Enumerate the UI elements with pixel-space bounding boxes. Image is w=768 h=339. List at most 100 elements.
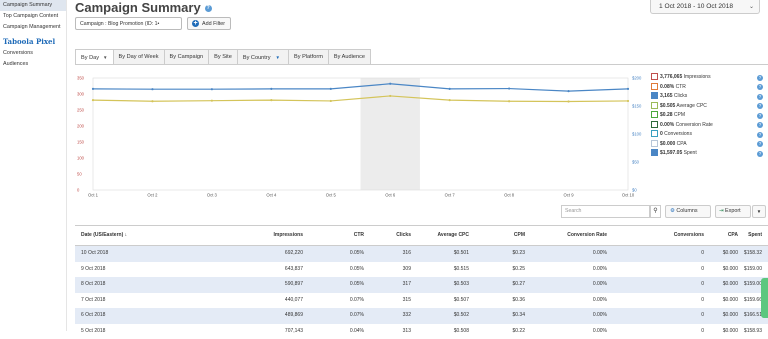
- export-label: Export: [725, 208, 741, 214]
- table-header: Date (US/Eastern) ↓ Impressions CTR Clicks A…: [75, 226, 768, 246]
- column-header[interactable]: Date (US/Eastern) ↓: [81, 226, 127, 245]
- chevron-down-icon: ▼: [757, 209, 761, 214]
- legend-item[interactable]: $0.28 CPM?: [651, 111, 763, 121]
- legend-value: 0.00%: [660, 122, 674, 128]
- legend-label: CPA: [675, 141, 686, 147]
- checkbox-icon[interactable]: [651, 73, 658, 80]
- data-point-clicks: [508, 87, 510, 89]
- x-tick-label: Oct 10: [622, 193, 635, 198]
- legend-item[interactable]: 3,165 Clicks?: [651, 92, 763, 102]
- y-tick-label-left: 200: [77, 124, 85, 129]
- tab-by-audience[interactable]: By Audience: [328, 49, 371, 64]
- table-cell: 0: [701, 262, 704, 278]
- data-point-spent: [330, 100, 332, 102]
- help-icon[interactable]: ?: [757, 141, 763, 147]
- help-icon[interactable]: ?: [757, 122, 763, 128]
- sidebar-item-campaign-summary[interactable]: Campaign Summary: [0, 0, 66, 11]
- help-icon[interactable]: ?: [757, 103, 763, 109]
- table-cell: 313: [403, 324, 411, 339]
- help-icon[interactable]: ?: [757, 113, 763, 119]
- help-icon[interactable]: ?: [757, 151, 763, 157]
- column-header[interactable]: CTR: [354, 226, 364, 245]
- checkbox-icon[interactable]: [651, 140, 658, 147]
- legend-item[interactable]: $0.505 Average CPC?: [651, 102, 763, 112]
- help-icon[interactable]: ?: [757, 94, 763, 100]
- export-options-button[interactable]: ▼: [752, 205, 766, 218]
- legend-label: Spent: [682, 150, 696, 156]
- table-cell: 0: [701, 293, 704, 309]
- tab-label: By Day: [81, 55, 99, 61]
- table-cell: $0.000: [723, 246, 738, 262]
- legend-item[interactable]: 0.08% CTR?: [651, 83, 763, 93]
- campaign-select[interactable]: Campaign : Blog Promotion (ID: 1•: [75, 17, 182, 30]
- tab-by-day[interactable]: By Day▼: [75, 49, 114, 64]
- table-cell: 309: [403, 262, 411, 278]
- sidebar-item-conversions[interactable]: Conversions: [0, 48, 66, 59]
- add-filter-button[interactable]: +Add Filter: [187, 17, 231, 30]
- sidebar-item-top-campaign-content[interactable]: Top Campaign Content: [0, 11, 66, 22]
- export-button[interactable]: ⇥ Export: [715, 205, 751, 218]
- table-cell: $0.501: [454, 246, 469, 262]
- checkbox-icon[interactable]: [651, 111, 658, 118]
- legend-item[interactable]: $1,597.05 Spent?: [651, 149, 763, 159]
- legend-item[interactable]: $0.000 CPA?: [651, 140, 763, 150]
- export-icon: ⇥: [719, 208, 724, 214]
- table-cell: $0.000: [723, 293, 738, 309]
- column-header[interactable]: Conversion Rate: [567, 226, 607, 245]
- sidebar-section-taboola-pixel: Taboola Pixel: [0, 36, 66, 48]
- y-tick-label-right: $50: [632, 160, 640, 165]
- y-tick-label-left: 0: [77, 188, 80, 193]
- plus-icon: +: [192, 20, 199, 27]
- column-header[interactable]: Spent: [748, 226, 762, 245]
- checkbox-icon[interactable]: [651, 102, 658, 109]
- column-header[interactable]: Impressions: [274, 226, 303, 245]
- table-cell: $0.25: [512, 262, 525, 278]
- search-input[interactable]: Search: [561, 205, 650, 218]
- checkbox-checked-icon[interactable]: [651, 149, 658, 156]
- tab-by-day-of-week[interactable]: By Day of Week: [113, 49, 165, 64]
- table-row: 9 Oct 2018643,8370.05%309$0.515$0.250.00…: [75, 262, 768, 278]
- column-header[interactable]: CPM: [514, 226, 525, 245]
- table-row: 10 Oct 2018692,2200.05%316$0.501$0.230.0…: [75, 246, 768, 262]
- columns-button[interactable]: ⚙ Columns: [665, 205, 711, 218]
- table-cell: 315: [403, 293, 411, 309]
- tab-by-country[interactable]: By Country▼: [237, 49, 289, 64]
- checkbox-checked-icon[interactable]: [651, 92, 658, 99]
- sidebar-item-audiences[interactable]: Audiences: [0, 59, 66, 70]
- table-cell: 7 Oct 2018: [81, 293, 105, 309]
- help-icon[interactable]: ?: [205, 5, 212, 12]
- help-icon[interactable]: ?: [757, 84, 763, 90]
- legend-item[interactable]: 3,776,065 Impressions?: [651, 73, 763, 83]
- checkbox-icon[interactable]: [651, 130, 658, 137]
- table-cell: 0.05%: [350, 246, 364, 262]
- legend-item[interactable]: 0.00% Conversion Rate?: [651, 121, 763, 131]
- help-icon[interactable]: ?: [757, 75, 763, 81]
- table-cell: $0.27: [512, 277, 525, 293]
- help-icon[interactable]: ?: [757, 132, 763, 138]
- table-cell: 332: [403, 308, 411, 324]
- column-header[interactable]: CPA: [728, 226, 738, 245]
- table-cell: $0.000: [723, 308, 738, 324]
- legend-item[interactable]: 0 Conversions?: [651, 130, 763, 140]
- feedback-tab[interactable]: [761, 278, 768, 318]
- column-header[interactable]: Conversions: [674, 226, 704, 245]
- checkbox-icon[interactable]: [651, 121, 658, 128]
- table-cell: $158.32: [744, 246, 762, 262]
- checkbox-icon[interactable]: [651, 83, 658, 90]
- table-cell: 5 Oct 2018: [81, 324, 105, 339]
- data-point-clicks: [567, 90, 569, 92]
- tab-by-platform[interactable]: By Platform: [288, 49, 329, 64]
- tab-by-site[interactable]: By Site: [208, 49, 238, 64]
- column-header[interactable]: Clicks: [396, 226, 411, 245]
- sidebar-item-campaign-management[interactable]: Campaign Management: [0, 22, 66, 33]
- table-cell: $0.000: [723, 262, 738, 278]
- sidebar: Campaign Summary Top Campaign Content Ca…: [0, 0, 67, 331]
- gear-icon: ⚙: [670, 208, 675, 214]
- date-range-picker[interactable]: 1 Oct 2018 - 10 Oct 2018 ⌄: [650, 0, 760, 14]
- table-cell: $159.66: [744, 293, 762, 309]
- column-header[interactable]: Average CPC: [438, 226, 470, 245]
- table-cell: 0.00%: [593, 293, 607, 309]
- search-icon[interactable]: ⚲: [650, 205, 661, 218]
- tab-by-campaign[interactable]: By Campaign: [164, 49, 210, 64]
- legend-value: $0.000: [660, 141, 675, 147]
